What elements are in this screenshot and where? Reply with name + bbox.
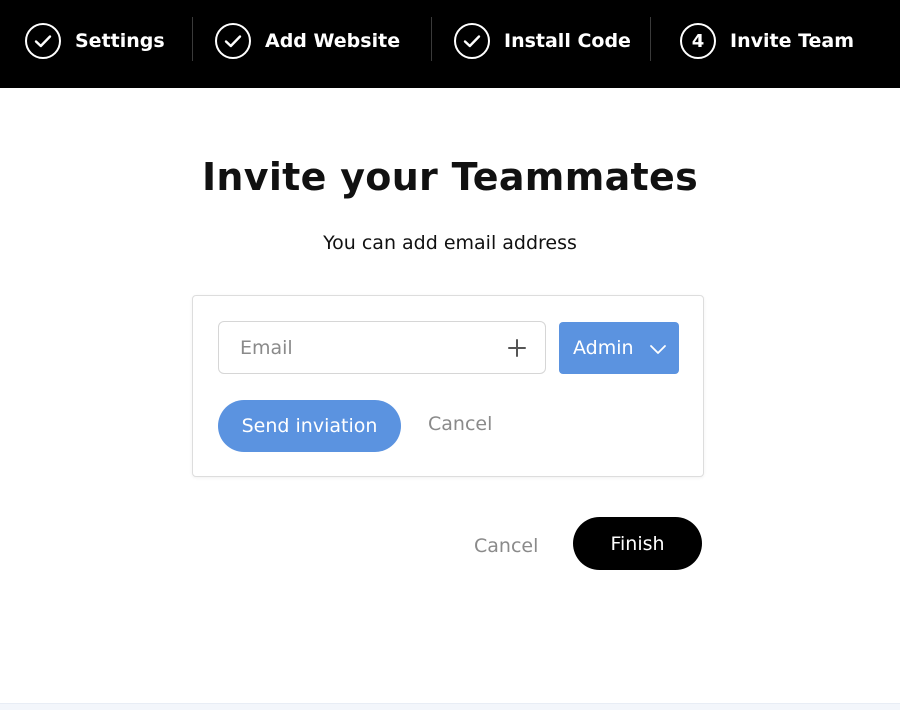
role-selected-value: Admin (573, 337, 634, 359)
finish-button[interactable]: Finish (573, 517, 702, 570)
step-divider (650, 17, 651, 61)
step-number-badge: 4 (680, 23, 716, 59)
plus-icon[interactable] (503, 334, 531, 362)
step-divider (431, 17, 432, 61)
step-settings[interactable]: Settings (25, 21, 165, 61)
onboarding-stepper: Settings Add Website Install Code 4 Invi… (0, 0, 900, 88)
role-select[interactable]: Admin (559, 322, 679, 374)
email-input[interactable] (219, 322, 510, 373)
invite-card: Admin Send inviation Cancel (192, 295, 704, 477)
email-field (218, 321, 546, 374)
check-icon (454, 23, 490, 59)
footer-cancel-button[interactable]: Cancel (474, 535, 538, 557)
check-icon (215, 23, 251, 59)
check-icon (25, 23, 61, 59)
step-divider (192, 17, 193, 61)
step-label: Settings (75, 30, 165, 52)
step-label: Install Code (504, 30, 631, 52)
page-bottom-edge (0, 703, 900, 710)
step-install-code[interactable]: Install Code (454, 21, 631, 61)
send-invitation-button[interactable]: Send inviation (218, 400, 401, 452)
invite-cancel-button[interactable]: Cancel (428, 413, 492, 435)
page-title: Invite your Teammates (201, 155, 699, 199)
step-add-website[interactable]: Add Website (215, 21, 400, 61)
step-label: Add Website (265, 30, 401, 52)
step-label: Invite Team (730, 30, 855, 52)
step-invite-team[interactable]: 4 Invite Team (680, 21, 854, 61)
step-number: 4 (691, 30, 705, 52)
chevron-down-icon (649, 340, 667, 359)
page-subtitle: You can add email address (323, 232, 577, 254)
